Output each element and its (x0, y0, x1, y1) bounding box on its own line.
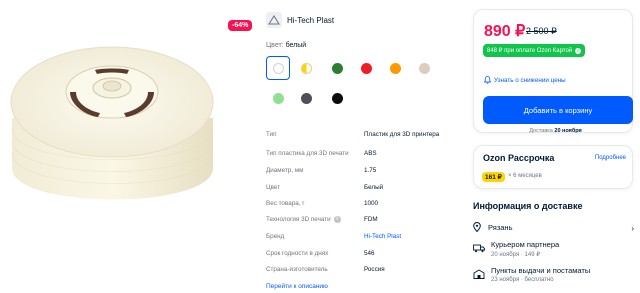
swatch-orange[interactable] (383, 56, 407, 80)
delivery-info-title: Информация о доставке (473, 201, 583, 211)
ozon-card-price-badge[interactable]: 848 ₽ при оплате Ozon Картой ✓ (483, 44, 586, 57)
installment-months: × 6 месяцев (508, 173, 542, 179)
installment-card[interactable]: Ozon Рассрочка Подробнее 161 ₽ × 6 месяц… (473, 145, 633, 189)
swatch-light-green[interactable] (266, 86, 290, 110)
swatch-black[interactable] (325, 86, 349, 110)
price-drop-notify-link[interactable]: Узнать о снижении цены (484, 76, 566, 84)
brand-link[interactable]: Hi-Tech Plast (364, 233, 401, 240)
spec-row: Диаметр, мм 1.75 (266, 167, 377, 174)
discount-badge: -64% (228, 20, 253, 31)
check-icon: ✓ (575, 47, 582, 54)
swatch-beige[interactable] (412, 56, 436, 80)
brand-logo-icon (266, 12, 282, 28)
installment-more-link[interactable]: Подробнее (595, 155, 626, 161)
swatch-red[interactable] (354, 56, 378, 80)
delivery-location[interactable]: Рязань (473, 222, 512, 232)
price-card: 890 ₽ 2 500 ₽ 848 ₽ при оплате Ozon Карт… (473, 9, 633, 134)
color-value: белый (285, 42, 307, 49)
spec-row: Тип пластика для 3D печати ABS (266, 150, 377, 157)
swatch-yellow-white[interactable] (294, 56, 318, 80)
spec-row: Тип Пластик для 3D принтера (266, 131, 440, 138)
delivery-date-note: Доставка 20 ноября (529, 128, 582, 134)
color-label: Цвет: белый (266, 42, 307, 49)
installment-title: Ozon Рассрочка (483, 153, 555, 163)
spec-row: Срок годности в днях 546 (266, 250, 375, 257)
delivery-city: Рязань (488, 222, 513, 232)
bell-icon (484, 76, 491, 84)
location-pin-icon (473, 222, 481, 232)
installment-price-badge: 161 ₽ (482, 172, 505, 182)
swatch-gray[interactable] (294, 86, 318, 110)
product-details: -64% Hi-Tech Plast Цвет: белый Тип Пласти… (228, 0, 460, 293)
info-icon[interactable]: i (333, 216, 341, 223)
go-to-description-link[interactable]: Перейти к описанию (266, 283, 328, 290)
spec-row: Технология 3D печати i FDM (266, 216, 378, 223)
delivery-option[interactable]: Курьером партнера 20 ноября · 149 ₽ (473, 240, 559, 258)
delivery-option[interactable]: Пункты выдачи и постаматы 23 ноября · бе… (473, 266, 590, 284)
swatch-green[interactable] (325, 56, 349, 80)
spec-row: Бренд Hi-Tech Plast (266, 233, 402, 240)
brand-row[interactable]: Hi-Tech Plast (266, 12, 334, 28)
brand-name: Hi-Tech Plast (287, 15, 335, 25)
old-price: 2 500 ₽ (526, 26, 557, 36)
spec-row: Вес товара, г 1000 (266, 200, 379, 207)
current-price: 890 ₽ (484, 23, 526, 40)
add-to-cart-button[interactable]: Добавить в корзину (483, 96, 633, 124)
spec-row: Цвет Белый (266, 184, 384, 191)
pickup-point-icon (473, 266, 485, 284)
product-image[interactable] (0, 0, 225, 293)
spec-row: Страна-изготовитель Россия (266, 266, 385, 273)
swatch-white[interactable] (266, 56, 290, 80)
chevron-right-icon[interactable]: › (631, 224, 634, 233)
buy-panel: 890 ₽ 2 500 ₽ 848 ₽ при оплате Ozon Карт… (470, 0, 640, 293)
courier-icon (473, 240, 485, 258)
